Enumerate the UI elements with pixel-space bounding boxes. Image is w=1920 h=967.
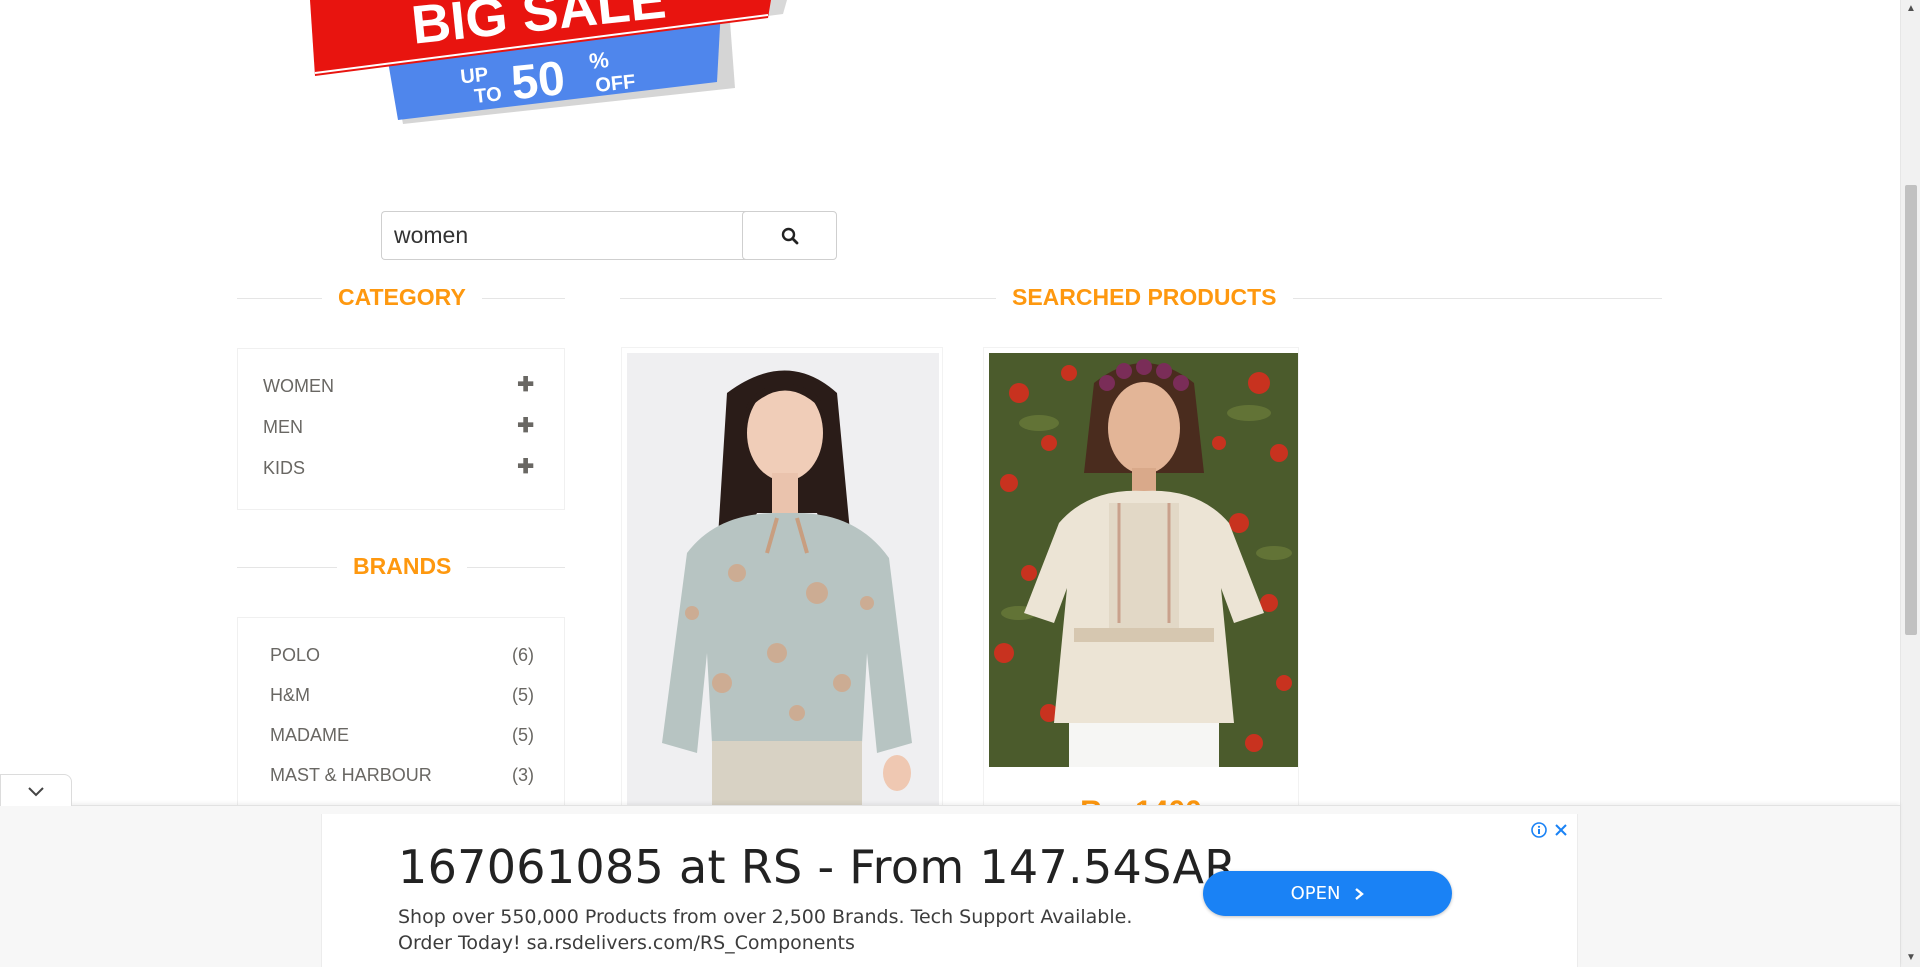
brands-title: BRANDS bbox=[337, 553, 468, 580]
category-item-men[interactable]: MEN ✚ bbox=[238, 412, 564, 442]
brand-item-mast-harbour[interactable]: MAST & HARBOUR (3) bbox=[238, 760, 564, 790]
plus-icon[interactable]: ✚ bbox=[517, 371, 534, 399]
category-label: WOMEN bbox=[263, 376, 334, 396]
search-input[interactable] bbox=[381, 211, 746, 260]
chevron-right-icon bbox=[1355, 887, 1365, 900]
brand-label: MAST & HARBOUR bbox=[270, 765, 432, 785]
banner-percent-value: 50 bbox=[509, 52, 568, 110]
ad-headline[interactable]: 167061085 at RS - From 147.54SAR bbox=[398, 840, 1237, 894]
sale-banner[interactable]: BIG SALE UP TO 50 % OFF bbox=[305, 0, 795, 135]
banner-percent-sign: % bbox=[588, 47, 610, 74]
product-card[interactable] bbox=[621, 347, 943, 807]
brand-item-madame[interactable]: MADAME (5) bbox=[238, 720, 564, 750]
category-item-women[interactable]: WOMEN ✚ bbox=[238, 371, 564, 401]
search-button[interactable] bbox=[742, 211, 837, 260]
ad-body-line: Shop over 550,000 Products from over 2,5… bbox=[398, 906, 1133, 928]
brand-label: MADAME bbox=[270, 725, 350, 745]
ad-content[interactable]: 167061085 at RS - From 147.54SAR Shop ov… bbox=[321, 814, 1578, 967]
scroll-down-icon[interactable]: ▼ bbox=[1901, 949, 1920, 967]
woman-in-floral-blouse-photo[interactable] bbox=[627, 353, 939, 807]
ad-body-line: Order Today! sa.rsdelivers.com/RS_Compon… bbox=[398, 932, 855, 954]
ad-collapse-button[interactable] bbox=[0, 774, 72, 806]
woman-in-cream-peplum-top-photo[interactable] bbox=[989, 353, 1299, 767]
searched-products-title: SEARCHED PRODUCTS bbox=[996, 284, 1293, 311]
category-panel: WOMEN ✚ MEN ✚ KIDS ✚ bbox=[237, 348, 565, 510]
search-icon bbox=[781, 227, 798, 244]
category-label: KIDS bbox=[263, 458, 306, 478]
brand-count: (5) bbox=[512, 685, 534, 705]
brand-label: H&M bbox=[270, 685, 310, 705]
close-icon[interactable] bbox=[1553, 822, 1569, 838]
ad-open-button[interactable]: OPEN bbox=[1203, 871, 1452, 916]
product-card[interactable]: Rs. 1400 bbox=[983, 347, 1299, 807]
chevron-down-icon bbox=[28, 786, 44, 796]
banner-off-text: OFF bbox=[594, 71, 636, 97]
scroll-up-icon[interactable]: ▲ bbox=[1901, 0, 1920, 18]
ad-body: Shop over 550,000 Products from over 2,5… bbox=[398, 904, 1158, 956]
plus-icon[interactable]: ✚ bbox=[517, 412, 534, 440]
page: BIG SALE UP TO 50 % OFF CATEGORY WOMEN ✚… bbox=[0, 0, 1920, 967]
category-title: CATEGORY bbox=[322, 284, 482, 311]
plus-icon[interactable]: ✚ bbox=[517, 453, 534, 481]
info-icon[interactable] bbox=[1531, 822, 1547, 838]
category-item-kids[interactable]: KIDS ✚ bbox=[238, 453, 564, 483]
brands-panel: POLO (6) H&M (5) MADAME (5) MAST & HARBO… bbox=[237, 617, 565, 817]
brand-count: (3) bbox=[512, 765, 534, 785]
brand-item-hm[interactable]: H&M (5) bbox=[238, 680, 564, 710]
search-box bbox=[381, 211, 837, 260]
banner-to-text: TO bbox=[473, 83, 503, 108]
page-scrollbar[interactable]: ▲ ▼ bbox=[1900, 0, 1920, 967]
scrollbar-thumb[interactable] bbox=[1905, 185, 1917, 635]
category-label: MEN bbox=[263, 417, 303, 437]
ad-open-label: OPEN bbox=[1290, 883, 1341, 904]
brand-count: (6) bbox=[512, 645, 534, 665]
brand-item-polo[interactable]: POLO (6) bbox=[238, 640, 564, 670]
ad-banner: 167061085 at RS - From 147.54SAR Shop ov… bbox=[0, 805, 1900, 967]
brand-count: (5) bbox=[512, 725, 534, 745]
brand-label: POLO bbox=[270, 645, 321, 665]
